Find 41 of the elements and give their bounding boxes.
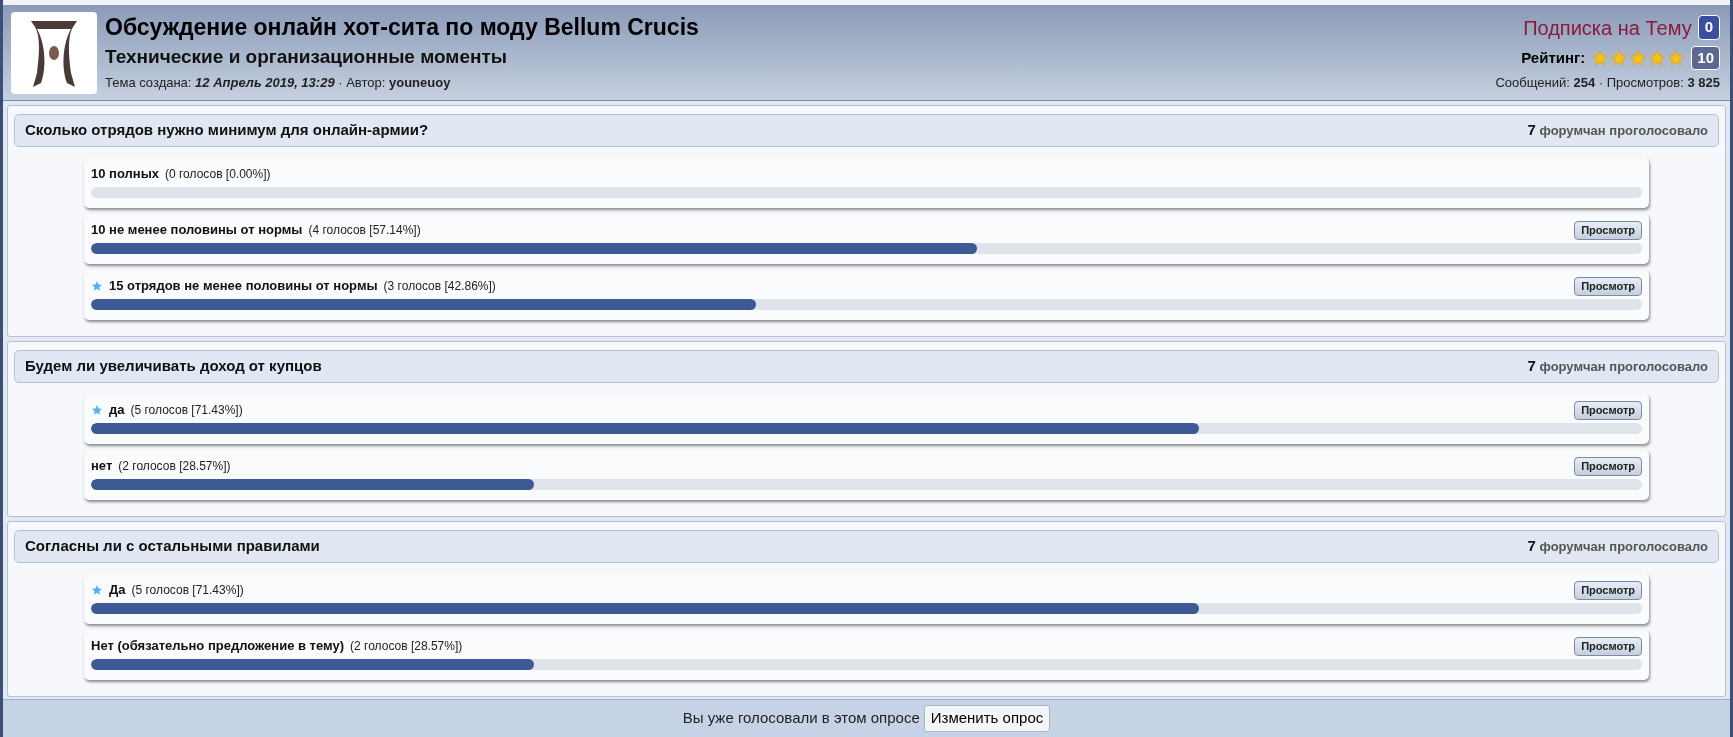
option-label: 15 отрядов не менее половины от нормы	[109, 277, 378, 296]
topic-stats: Сообщений: 254 · Просмотров: 3 825	[1495, 74, 1720, 92]
option-label: нет	[91, 457, 113, 476]
voter-count: 7 форумчан проголосовало	[1527, 356, 1708, 377]
option-label: Нет (обязательно предложение в тему)	[91, 637, 345, 656]
star-icon	[1667, 48, 1686, 67]
subscriber-count: 0	[1697, 15, 1720, 40]
topic-subtitle: Технические и организационные моменты	[105, 45, 508, 69]
option-result: (2 голосов [28.57%])	[118, 458, 231, 475]
option-label: Да	[109, 581, 126, 600]
vote-status: Вы уже голосовали в этом опросе	[682, 708, 920, 729]
change-vote-button[interactable]: Изменить опрос	[923, 705, 1051, 732]
option-result: (0 голосов [0.00%])	[165, 166, 271, 183]
star-icon	[1648, 48, 1667, 67]
view-voters-button[interactable]: Просмотр	[1574, 276, 1642, 296]
voter-count: 7 форумчан проголосовало	[1527, 120, 1708, 141]
rating-label: Рейтинг:	[1521, 47, 1586, 68]
topic-meta: Тема создана: 12 Апрель 2019, 13:29 · Автор: youneuoy	[105, 74, 452, 92]
option-label: 10 не менее половины от нормы	[91, 221, 303, 240]
view-voters-button[interactable]: Просмотр	[1574, 400, 1642, 420]
view-voters-button[interactable]: Просмотр	[1574, 220, 1642, 240]
star-icon	[1591, 48, 1610, 67]
option-result: (2 голосов [28.57%])	[350, 638, 463, 655]
poll-question: Сколько отрядов нужно минимум для онлайн-армии?	[25, 120, 429, 141]
option-label: 10 полных	[91, 165, 159, 184]
rating-count: 10	[1691, 45, 1720, 70]
option-result: (5 голосов [71.43%])	[130, 402, 243, 419]
poll-question: Будем ли увеличивать доход от купцов	[25, 356, 322, 377]
star-icon	[1629, 48, 1648, 67]
option-result: (4 голосов [57.14%])	[308, 222, 421, 239]
topic-title: Обсуждение онлайн хот-сита по моду Bellum Crucis	[105, 12, 700, 42]
view-voters-button[interactable]: Просмотр	[1574, 456, 1642, 476]
subscribe-link[interactable]: Подписка на Тему	[1523, 12, 1692, 43]
option-result: (5 голосов [71.43%])	[131, 582, 244, 599]
option-result: (3 голосов [42.86%])	[383, 278, 496, 295]
view-voters-button[interactable]: Просмотр	[1574, 580, 1642, 600]
option-label: да	[109, 401, 125, 420]
voter-count: 7 форумчан проголосовало	[1527, 536, 1708, 557]
view-voters-button[interactable]: Просмотр	[1574, 636, 1642, 656]
star-icon	[1610, 48, 1629, 67]
poll-question: Согласны ли с остальными правилами	[25, 536, 320, 557]
